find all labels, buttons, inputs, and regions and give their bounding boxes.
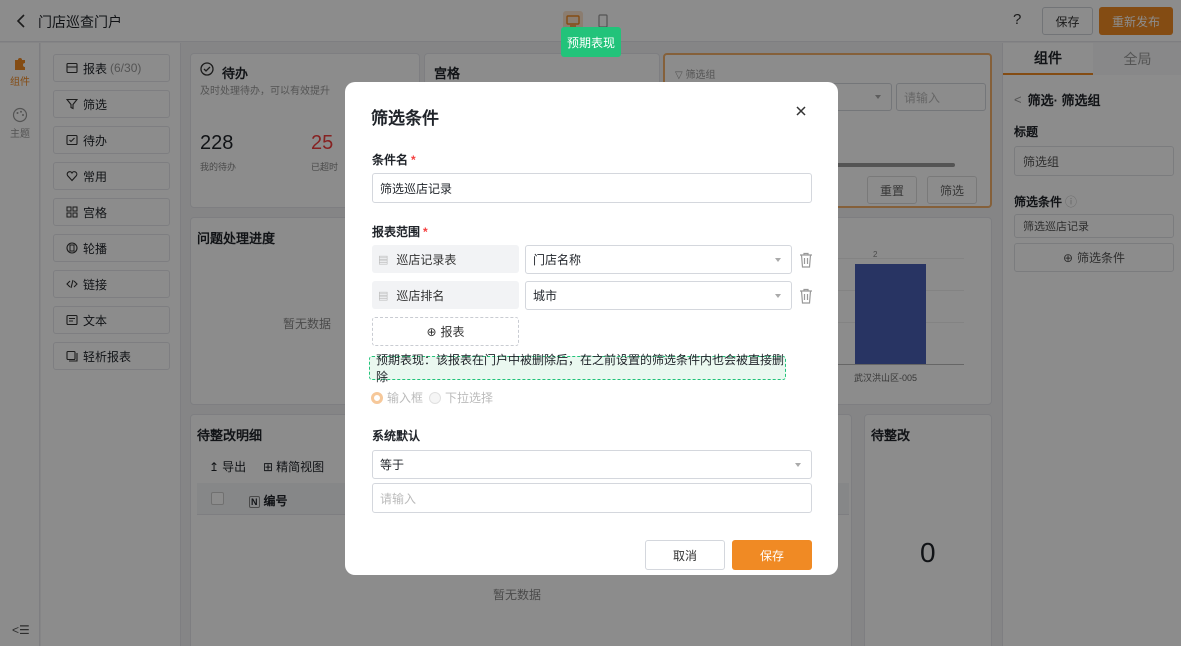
condition-name-input[interactable]: 筛选巡店记录 xyxy=(372,173,812,203)
expected-note: 预期表现：该报表在门户中被删除后，在之前设置的筛选条件内也会被直接删除 xyxy=(369,353,786,384)
operator-select[interactable]: 等于 xyxy=(372,450,812,479)
radio-unchecked-icon xyxy=(429,391,441,404)
scope-label: 报表范围 * xyxy=(372,225,428,239)
name-label: 条件名 * xyxy=(372,153,416,167)
radio-input-box[interactable]: 输入框 xyxy=(371,389,423,406)
dialog-save-button[interactable]: 保存 xyxy=(732,540,812,570)
cancel-button[interactable]: 取消 xyxy=(645,540,725,570)
trash-icon[interactable] xyxy=(799,288,813,304)
expected-tooltip: 预期表现 xyxy=(561,27,621,57)
report-row-2: ▤ 巡店排名 xyxy=(372,281,519,309)
filter-condition-dialog: 筛选条件 条件名 * 筛选巡店记录 报表范围 * ▤ 巡店记录表 门店名称 ▤ 巡店排名… xyxy=(345,82,838,575)
close-icon[interactable] xyxy=(794,104,808,118)
trash-icon[interactable] xyxy=(799,252,813,268)
table-icon: ▤ xyxy=(378,253,389,266)
add-report-button[interactable]: ⊕ 报表 xyxy=(372,317,519,346)
default-label: 系统默认 xyxy=(372,429,421,443)
report-field-select-1[interactable]: 门店名称 xyxy=(525,245,792,274)
report-field-select-2[interactable]: 城市 xyxy=(525,281,792,310)
default-value-input[interactable]: 请输入 xyxy=(372,483,812,513)
table-icon: ▤ xyxy=(378,289,389,302)
plus-circle-icon: ⊕ xyxy=(426,324,437,339)
dialog-title: 筛选条件 xyxy=(371,109,439,128)
radio-checked-icon xyxy=(371,391,383,404)
radio-dropdown[interactable]: 下拉选择 xyxy=(429,389,493,406)
report-row-1: ▤ 巡店记录表 xyxy=(372,245,519,273)
